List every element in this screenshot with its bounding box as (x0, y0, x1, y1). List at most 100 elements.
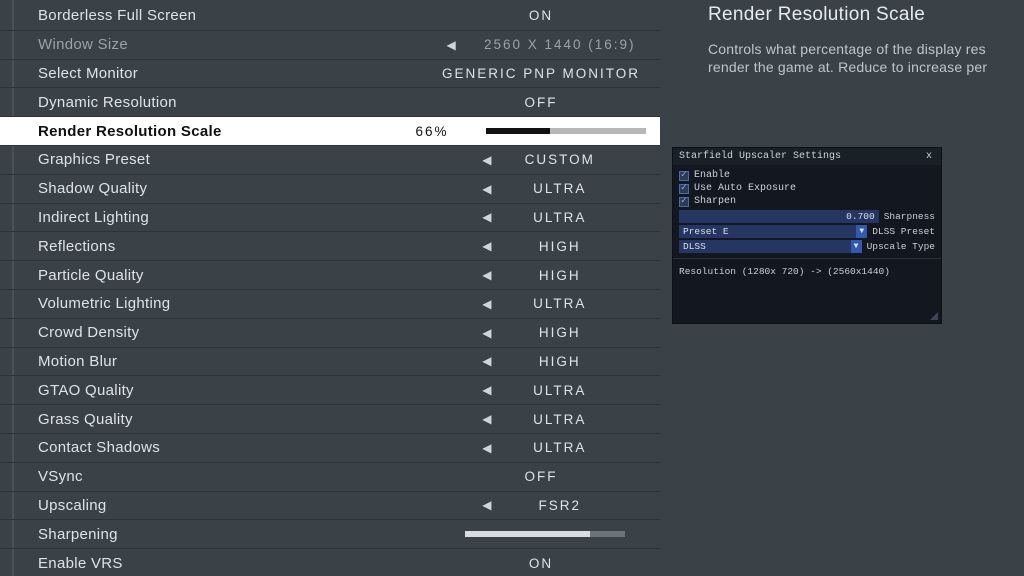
setting-value: HIGH (520, 239, 600, 254)
setting-row[interactable]: Render Resolution Scale66% (0, 117, 660, 146)
setting-row[interactable]: Window Size◀2560 X 1440 (16:9) (0, 31, 660, 60)
setting-row[interactable]: Grass Quality◀ULTRA (0, 405, 660, 434)
setting-value-area: ◀ULTRA (436, 383, 646, 398)
slider-track[interactable] (465, 531, 625, 537)
sharpness-label: Sharpness (879, 211, 935, 222)
preset-label: DLSS Preset (867, 226, 935, 237)
preset-value[interactable]: Preset E (679, 225, 856, 238)
setting-label: Motion Blur (38, 353, 436, 370)
setting-row[interactable]: Motion Blur ◀ HIGH (0, 348, 660, 377)
overlay-body: ✓Enable✓Use Auto Exposure✓Sharpen 0.700 … (673, 165, 941, 323)
overlay-titlebar[interactable]: Starfield Upscaler Settings x (673, 148, 941, 165)
upscale-row: DLSS ▼ Upscale Type (679, 240, 935, 253)
setting-value: GENERIC PNP MONITOR (442, 66, 640, 81)
setting-value-area: ◀ ULTRA (436, 412, 646, 427)
setting-label: Graphics Preset (38, 151, 436, 168)
chevron-left-icon[interactable]: ◀ (446, 39, 456, 51)
chevron-left-icon[interactable]: ◀ (482, 183, 492, 195)
setting-value-area: ◀HIGH (436, 325, 646, 340)
setting-value: HIGH (520, 268, 600, 283)
close-icon[interactable]: x (923, 151, 935, 162)
setting-row[interactable]: Reflections ◀ HIGH (0, 232, 660, 261)
setting-value-area: ◀2560 X 1440 (16:9) (436, 37, 646, 52)
setting-value: ON (501, 8, 581, 23)
chevron-left-icon[interactable]: ◀ (482, 154, 492, 166)
upscaler-overlay[interactable]: Starfield Upscaler Settings x ✓ Enable ✓ Us… (672, 147, 942, 324)
checkbox-label: Enable (694, 170, 730, 181)
setting-value: ULTRA (520, 210, 600, 225)
setting-row[interactable]: Graphics Preset ◀ CUSTOM (0, 146, 660, 175)
overlay-separator (673, 258, 941, 259)
setting-row[interactable]: Contact Shadows◀ULTRA (0, 434, 660, 463)
checkbox-icon[interactable]: ✓ (679, 171, 689, 181)
setting-value: OFF (501, 469, 581, 484)
chevron-left-icon[interactable]: ◀ (482, 327, 492, 339)
setting-row[interactable]: Shadow Quality◀ULTRA (0, 175, 660, 204)
chevron-down-icon[interactable]: ▼ (856, 225, 867, 238)
resize-handle-icon[interactable] (930, 312, 938, 320)
setting-label: Reflections (38, 238, 436, 255)
setting-row[interactable]: Select Monitor GENERIC PNP MONITOR (0, 60, 660, 89)
slider-percent: 66% (414, 124, 450, 139)
setting-row[interactable]: Enable VRSON (0, 549, 660, 576)
setting-value: CUSTOM (520, 152, 600, 167)
overlay-checkbox-row: ✓ Sharpen (679, 195, 935, 208)
chevron-left-icon[interactable]: ◀ (482, 413, 492, 425)
checkbox-icon[interactable]: ✓ (679, 197, 689, 207)
overlay-checkbox-row: ✓ Use Auto Exposure (679, 182, 935, 195)
setting-value-area: OFF (436, 469, 646, 484)
overlay-resolution: Resolution (1280x 720) -> (2560x1440) (679, 264, 935, 317)
setting-row[interactable]: Indirect Lighting ◀ ULTRA (0, 204, 660, 233)
setting-label: Crowd Density (38, 324, 436, 341)
chevron-left-icon[interactable]: ◀ (482, 298, 492, 310)
setting-value-area: ◀ ULTRA (436, 296, 646, 311)
checkbox-icon[interactable]: ✓ (679, 184, 689, 194)
setting-value: ULTRA (520, 412, 600, 427)
chevron-left-icon[interactable]: ◀ (482, 442, 492, 454)
setting-label: Indirect Lighting (38, 209, 436, 226)
setting-row[interactable]: Particle Quality ◀ HIGH (0, 261, 660, 290)
setting-value-area: ◀ HIGH (436, 268, 646, 283)
setting-value-area: ◀ CUSTOM (436, 152, 646, 167)
slider-track[interactable] (486, 128, 646, 134)
setting-value: HIGH (520, 354, 600, 369)
setting-value-area: ◀ HIGH (436, 239, 646, 254)
setting-label: Particle Quality (38, 267, 436, 284)
chevron-left-icon[interactable]: ◀ (482, 384, 492, 396)
setting-label: VSync (38, 468, 436, 485)
setting-row[interactable]: Sharpening (0, 520, 660, 549)
sharpness-value[interactable]: 0.700 (679, 210, 879, 223)
setting-row[interactable]: Volumetric Lighting ◀ ULTRA (0, 290, 660, 319)
setting-label: Select Monitor (38, 65, 436, 82)
setting-value-area: GENERIC PNP MONITOR (436, 66, 646, 81)
setting-label: Dynamic Resolution (38, 94, 436, 111)
overlay-checks: ✓ Enable ✓ Use Auto Exposure ✓ Sharpen (679, 169, 935, 208)
setting-label: Shadow Quality (38, 180, 436, 197)
setting-value: ULTRA (520, 296, 600, 311)
setting-row[interactable]: Upscaling◀FSR2 (0, 492, 660, 521)
setting-label: Render Resolution Scale (38, 123, 414, 140)
setting-row[interactable]: Borderless Full Screen ON (0, 2, 660, 31)
setting-label: Borderless Full Screen (38, 7, 436, 24)
checkbox-label: Sharpen (694, 196, 736, 207)
chevron-left-icon[interactable]: ◀ (482, 211, 492, 223)
setting-value-area: ◀ULTRA (436, 181, 646, 196)
setting-label: Enable VRS (38, 555, 436, 572)
setting-row[interactable]: VSync OFF (0, 463, 660, 492)
setting-label: Contact Shadows (38, 439, 436, 456)
setting-value-area: ◀ ULTRA (436, 210, 646, 225)
setting-label: Volumetric Lighting (38, 295, 436, 312)
upscale-value[interactable]: DLSS (679, 240, 851, 253)
chevron-down-icon[interactable]: ▼ (851, 240, 862, 253)
setting-row[interactable]: GTAO Quality◀ULTRA (0, 376, 660, 405)
chevron-left-icon[interactable]: ◀ (482, 355, 492, 367)
setting-row[interactable]: Crowd Density◀HIGH (0, 319, 660, 348)
setting-row[interactable]: Dynamic ResolutionOFF (0, 88, 660, 117)
chevron-left-icon[interactable]: ◀ (482, 499, 492, 511)
overlay-title: Starfield Upscaler Settings (679, 151, 841, 162)
chevron-left-icon[interactable]: ◀ (482, 240, 492, 252)
settings-list: Borderless Full Screen ON Window Size◀2560… (0, 0, 660, 576)
setting-value-area: ◀ HIGH (436, 354, 646, 369)
checkbox-label: Use Auto Exposure (694, 183, 796, 194)
chevron-left-icon[interactable]: ◀ (482, 269, 492, 281)
